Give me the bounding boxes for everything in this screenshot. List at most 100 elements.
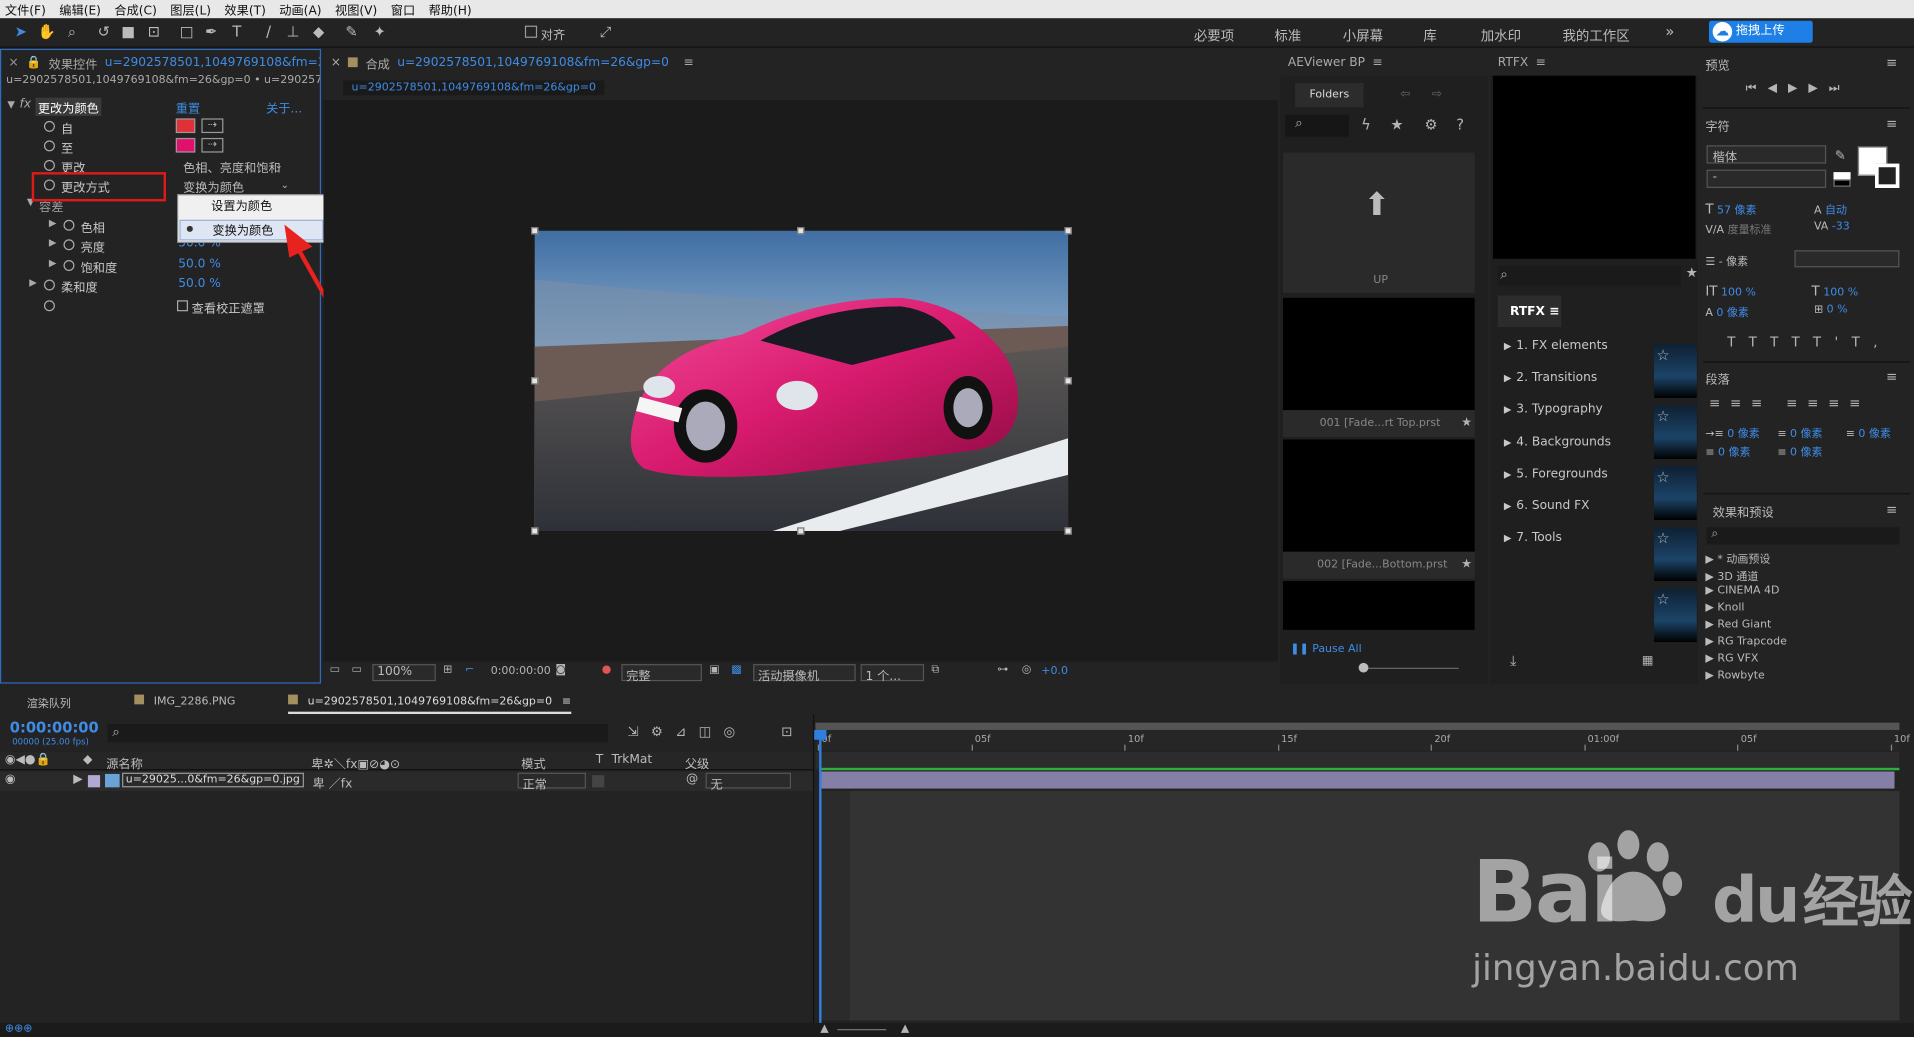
transform-handle[interactable] [797,227,805,235]
effects-category-item[interactable]: ▶ Red Giant [1705,619,1771,631]
expand-icon[interactable]: ▶ [73,773,82,786]
puppet-tool-icon[interactable]: ✦ [371,23,388,40]
exposure-value[interactable]: +0.0 [1041,665,1068,677]
rotate-tool-icon[interactable]: ↺ [95,23,112,40]
type-tool-icon[interactable]: T [228,23,245,40]
rtfx-logo[interactable]: RTFX ≡ [1497,295,1562,328]
text-style-buttons[interactable]: TTTTT'T, [1727,334,1891,350]
workspace-tab[interactable]: 标准 [1274,26,1301,46]
more-workspaces-icon[interactable]: » [1661,23,1678,40]
star-icon[interactable]: ☆ [1656,530,1669,547]
stopwatch-icon[interactable] [63,260,75,271]
star-icon[interactable]: ★ [1686,265,1698,281]
chevron-down-icon[interactable]: ⌄ [275,160,283,171]
rtfx-category-item[interactable]: ▶ 4. Backgrounds [1504,435,1611,457]
hand-tool-icon[interactable]: ✋ [38,23,56,40]
layer-duration-bar[interactable] [820,771,1895,789]
font-style-select[interactable]: - [1706,169,1827,188]
preset-thumb-1[interactable] [1282,297,1475,411]
rtfx-category-item[interactable]: ▶ 2. Transitions [1504,371,1597,393]
menu-item[interactable]: 文件(F) [5,0,46,18]
gear-icon[interactable]: ⚙ [1425,116,1438,133]
eyedropper-icon[interactable]: ✎ [1835,148,1846,164]
timeline-search-input[interactable]: ⌕ [107,723,608,743]
brush-tool-icon[interactable]: / [260,23,277,40]
menu-item[interactable]: 帮助(H) [429,0,472,18]
close-icon[interactable]: × [331,56,341,69]
stopwatch-icon[interactable] [43,120,55,132]
kerning-value[interactable]: 度量标准 [1728,225,1772,237]
panel-menu-icon[interactable]: ≡ [684,56,694,69]
comp-timecode[interactable]: 0:00:00:00 [491,665,551,677]
comp-tab-name[interactable]: u=2902578501,1049769108&fm=26&gp=0 [397,56,669,69]
comp-tab-prefix[interactable]: 合成 [365,53,389,71]
graph-editor-icon[interactable]: ⊡ [781,724,792,740]
indent-first-value[interactable]: 0 像素 [1790,428,1822,440]
indent-right-value[interactable]: 0 像素 [1858,428,1890,440]
menu-item[interactable]: 动画(A) [279,0,321,18]
transform-handle[interactable] [531,227,539,235]
transform-handle[interactable] [1064,527,1072,535]
tracking-value[interactable]: -33 [1832,221,1850,233]
lock-icon[interactable]: 🔒 [26,56,41,69]
stopwatch-icon[interactable] [43,300,55,312]
rtfx-category-item[interactable]: ▶ 6. Sound FX [1504,499,1590,521]
mode-header[interactable]: 模式 [521,753,545,771]
zoom-slider[interactable] [837,1029,887,1031]
region-icon[interactable]: ▣ [709,664,719,676]
property-value[interactable]: 变换为颜色 [181,177,295,195]
property-value[interactable]: 查看校正遮罩 [192,298,265,316]
up-folder-tile[interactable]: ⬆ UP [1282,152,1475,293]
folders-button[interactable]: Folders [1295,83,1364,108]
transform-handle[interactable] [531,527,539,535]
white-swatch[interactable] [1833,172,1851,180]
layer-label-color[interactable] [87,775,101,788]
timeline-tab[interactable]: 渲染队列 [27,695,71,715]
timeline-timecode[interactable]: 0:00:00:00 [10,719,99,736]
zoom-out-icon[interactable]: ▲ [820,1023,828,1035]
expand-icon[interactable]: ▶ [29,277,37,288]
panel-menu-icon[interactable]: ≡ [1536,56,1546,69]
display-icon[interactable]: ▭ [352,664,362,676]
monitor-icon[interactable]: ▭ [330,664,340,676]
menu-item[interactable]: 图层(L) [170,0,211,18]
visibility-icon[interactable]: ◉ [5,773,16,786]
expand-icon[interactable]: ▶ [49,237,57,248]
rtfx-category-item[interactable]: ▶ 1. FX elements [1504,339,1608,361]
mask-icon[interactable]: ⌐ [465,664,474,676]
stopwatch-icon[interactable] [43,279,55,291]
status-icons[interactable]: ⊕⊕⊕ [5,1023,33,1035]
horizontal-scale-value[interactable]: 100 % [1823,287,1858,299]
panel-menu-icon[interactable]: ≡ [1886,116,1897,132]
help-icon[interactable]: ? [1456,116,1464,133]
toggle-icon[interactable]: ⧉ [931,664,939,676]
star-icon[interactable]: ★ [1461,558,1472,571]
panel-menu-icon[interactable]: ≡ [1372,56,1382,69]
zoom-in-icon[interactable]: ▲ [901,1023,909,1035]
download-icon[interactable]: ⤓ [1510,652,1516,670]
expand-icon[interactable]: ▶ [49,258,57,269]
menu-item[interactable]: 窗口 [391,0,415,18]
paragraph-align-buttons[interactable]: ≡≡≡ ≡≡≡≡ [1709,396,1870,412]
effects-category-item[interactable]: ▶ 3D 通道 [1705,568,1758,583]
preset-item-1[interactable]: 001 [Fade...rt Top.prst [1282,410,1475,438]
tsume-value[interactable]: 0 % [1827,304,1848,316]
channel-icon[interactable]: ● [602,664,612,676]
stopwatch-icon[interactable] [43,140,55,152]
to-color-swatch[interactable] [175,137,196,153]
effects-category-item[interactable]: ▶ RG Trapcode [1705,636,1787,648]
star-icon[interactable]: ☆ [1656,408,1669,425]
comp-sub-tab[interactable]: u=2902578501,1049769108&fm=26&gp=0 [343,80,605,96]
slider-knob[interactable] [1358,662,1369,673]
rectangle-tool-icon[interactable]: □ [178,23,195,40]
camera-tool-icon[interactable]: ■ [120,23,137,40]
flowchart-icon[interactable]: ⊶ [997,664,1008,676]
effects-category-item[interactable]: ▶ * 动画预设 [1705,551,1770,566]
grid-view-icon[interactable]: ▦ [1642,654,1654,667]
reset-link[interactable]: 重置 [176,98,200,116]
workspace-tab[interactable]: 必要项 [1194,26,1234,46]
font-family-select[interactable]: 楷体 [1706,145,1827,165]
indent-left-value[interactable]: 0 像素 [1727,428,1759,440]
camera-select[interactable]: 活动摄像机 [753,664,856,684]
preset-thumb-2[interactable] [1282,439,1475,552]
